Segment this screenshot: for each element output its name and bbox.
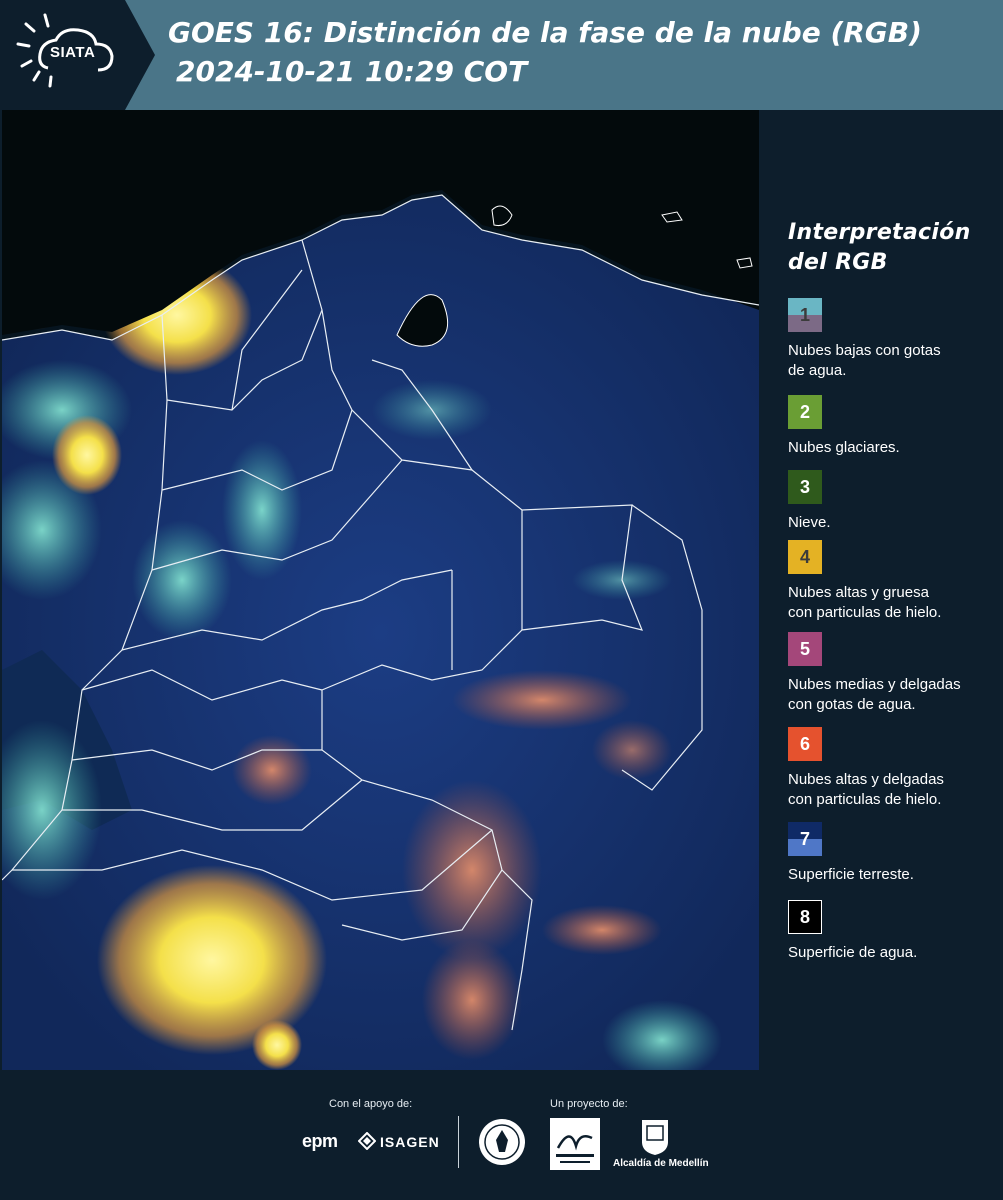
legend-title: Interpretación del RGB: [788, 218, 971, 278]
satellite-map[interactable]: [2, 110, 759, 1070]
legend-label-line: Nubes medias y delgadas: [788, 676, 961, 693]
legend-label-line: Superficie de agua.: [788, 944, 918, 961]
legend-label-7: Superficie terreste.: [788, 865, 998, 885]
legend-label-line: con particulas de hielo.: [788, 604, 942, 621]
legend-swatch-number: 5: [799, 638, 810, 659]
legend-swatch-5: 5: [788, 632, 822, 666]
legend-label-line: Nubes bajas con gotas: [788, 342, 941, 359]
legend-title-line2: del RGB: [788, 250, 888, 275]
legend-label-line: con particulas de hielo.: [788, 791, 942, 808]
legend-swatch-3: 3: [788, 470, 822, 504]
siata-logo-text: SIATA: [50, 44, 96, 61]
epm-logo: epm: [302, 1131, 338, 1151]
legend-swatch-number: 6: [799, 733, 810, 754]
legend-title-line1: Interpretación: [788, 220, 971, 245]
siata-logo: SIATA: [0, 0, 155, 110]
legend-swatch-number: 8: [799, 906, 810, 927]
legend-swatch-6: 6: [788, 727, 822, 761]
satellite-image: [2, 110, 759, 1070]
legend-item-8: 8 Superficie de agua.: [788, 900, 998, 963]
support-caption: Con el apoyo de:: [329, 1098, 413, 1110]
legend-label-line: de agua.: [788, 362, 847, 379]
legend-label-line: Nieve.: [788, 514, 831, 531]
legend-item-7: 7 Superficie terreste.: [788, 822, 998, 885]
legend-label-line: Superficie terreste.: [788, 866, 914, 883]
legend-label-6: Nubes altas y delgadas con particulas de …: [788, 770, 998, 810]
legend-label-3: Nieve.: [788, 513, 998, 533]
legend-swatch-8: 8: [788, 900, 822, 934]
legend-swatch-number: 3: [799, 476, 810, 497]
project-caption: Un proyecto de:: [550, 1098, 628, 1110]
header-bar: SIATA GOES 16: Distinción de la fase de …: [0, 0, 1003, 110]
legend-item-5: 5 Nubes medias y delgadas con gotas de agu…: [788, 632, 998, 715]
legend-swatch-number: 1: [799, 304, 810, 325]
legend-swatch-7: 7: [788, 822, 822, 856]
legend-item-4: 4 Nubes altas y gruesa con particulas de h…: [788, 540, 998, 623]
legend-label-4: Nubes altas y gruesa con particulas de hi…: [788, 583, 998, 623]
legend-label-1: Nubes bajas con gotas de agua.: [788, 341, 998, 381]
seal-logo-icon: [479, 1119, 525, 1165]
legend-item-3: 3 Nieve.: [788, 470, 998, 533]
isagen-logo: ISAGEN: [380, 1134, 440, 1150]
legend-item-1: 1 Nubes bajas con gotas de agua.: [788, 298, 998, 381]
alcaldia-shield-icon: [642, 1120, 668, 1155]
legend-label-5: Nubes medias y delgadas con gotas de agua…: [788, 675, 998, 715]
legend-swatch-1: 1: [788, 298, 822, 332]
legend-label-line: con gotas de agua.: [788, 696, 916, 713]
legend-swatch-number: 2: [799, 401, 810, 422]
alcaldia-logo-text: Alcaldía de Medellín: [613, 1158, 709, 1169]
legend-item-6: 6 Nubes altas y delgadas con particulas de…: [788, 727, 998, 810]
legend-label-line: Nubes altas y gruesa: [788, 584, 929, 601]
legend-label-8: Superficie de agua.: [788, 943, 998, 963]
legend-label-line: Nubes glaciares.: [788, 439, 900, 456]
area-metropolitana-logo-icon: [550, 1118, 600, 1170]
rgb-legend: Interpretación del RGB 1 Nubes bajas con …: [760, 110, 1003, 1070]
footer: Con el apoyo de: Un proyecto de: epm ISA…: [0, 1070, 1003, 1200]
footer-divider: [458, 1116, 459, 1168]
legend-label-line: Nubes altas y delgadas: [788, 771, 944, 788]
isagen-logo-icon: [358, 1132, 376, 1150]
legend-swatch-number: 4: [799, 546, 810, 567]
legend-swatch-2: 2: [788, 395, 822, 429]
legend-item-2: 2 Nubes glaciares.: [788, 395, 998, 458]
page-title: GOES 16: Distinción de la fase de la nub…: [168, 16, 922, 49]
legend-swatch-4: 4: [788, 540, 822, 574]
page-timestamp: 2024-10-21 10:29 COT: [176, 55, 528, 88]
legend-label-2: Nubes glaciares.: [788, 438, 998, 458]
legend-swatch-number: 7: [799, 828, 810, 849]
